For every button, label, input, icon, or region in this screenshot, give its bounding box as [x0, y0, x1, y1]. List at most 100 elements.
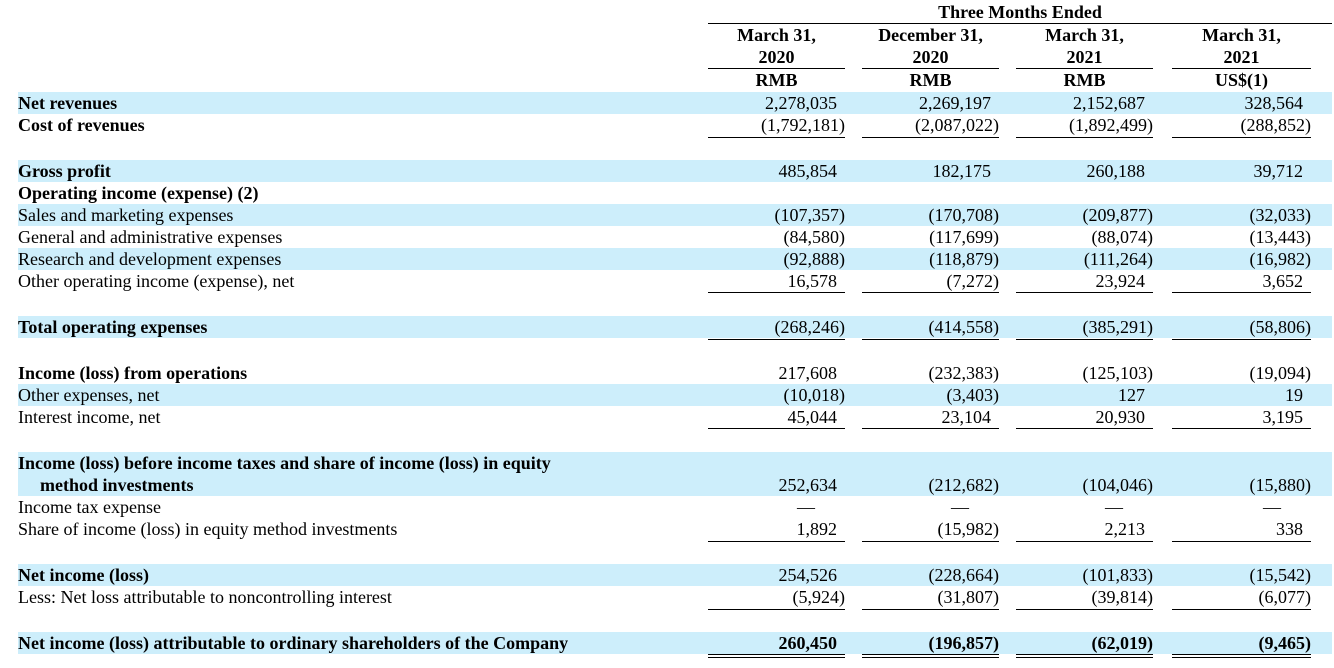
row-value: 2,152,687 — [1073, 93, 1145, 113]
row-value: 3,652 — [1262, 271, 1304, 291]
row-value: (107,357) — [774, 205, 846, 225]
row-value: (104,046) — [1082, 475, 1154, 495]
subtotal-rule — [862, 541, 999, 542]
row-value: (15,880) — [1249, 475, 1312, 495]
row-value: (2,087,022) — [915, 115, 999, 135]
row-value: — — [797, 497, 815, 517]
row-value: (39,814) — [1091, 587, 1154, 607]
subtotal-rule — [1016, 541, 1153, 542]
row-label-continuation: method investments — [40, 475, 194, 495]
row-value: 23,924 — [1095, 271, 1146, 291]
row-value: 16,578 — [787, 271, 838, 291]
row-value: (101,833) — [1082, 565, 1154, 585]
row-value: (19,094) — [1249, 363, 1312, 383]
row-value: 20,930 — [1095, 407, 1146, 427]
row-label: Net income (loss) — [18, 565, 149, 585]
subtotal-rule — [708, 339, 845, 340]
subtotal-rule — [862, 609, 999, 610]
row-value: (16,982) — [1249, 249, 1312, 269]
row-label: Total operating expenses — [18, 317, 208, 337]
total-double-rule — [708, 654, 845, 658]
column-header-year: 2020 — [758, 47, 795, 67]
row-value: (9,465) — [1258, 633, 1312, 653]
row-label: Income tax expense — [18, 497, 161, 517]
row-value: 45,044 — [787, 407, 838, 427]
row-value — [708, 182, 837, 204]
row-value: (58,806) — [1249, 317, 1312, 337]
subtotal-rule — [1172, 428, 1311, 429]
row-value: — — [1263, 497, 1281, 517]
column-header-currency: RMB — [755, 70, 798, 90]
row-value: 254,526 — [778, 565, 838, 585]
column-header-date: December 31, — [878, 25, 983, 45]
row-value: (31,807) — [937, 587, 1000, 607]
row-value: (84,580) — [783, 227, 846, 247]
column-header-year: 2021 — [1223, 47, 1260, 67]
subtotal-rule — [1016, 137, 1153, 138]
row-label: Net revenues — [18, 93, 118, 113]
row-value: (414,558) — [928, 317, 1000, 337]
row-value: 127 — [1118, 385, 1145, 405]
row-value: (10,018) — [783, 385, 846, 405]
row-value: 2,213 — [1104, 519, 1146, 539]
total-double-rule — [1016, 654, 1153, 658]
subtotal-rule — [862, 292, 999, 293]
subtotal-rule — [708, 541, 845, 542]
subtotal-rule — [1016, 428, 1153, 429]
row-value: 217,608 — [778, 363, 838, 383]
row-value: 39,712 — [1253, 161, 1304, 181]
row-value: 485,854 — [778, 161, 838, 181]
row-value — [862, 182, 991, 204]
row-value: 2,269,197 — [919, 93, 991, 113]
row-value: (196,857) — [928, 633, 1000, 653]
row-value: (13,443) — [1249, 227, 1312, 247]
row-value: (209,877) — [1082, 205, 1154, 225]
subtotal-rule — [1016, 292, 1153, 293]
subtotal-rule — [1016, 339, 1153, 340]
column-header-currency: RMB — [1063, 70, 1106, 90]
row-value: (32,033) — [1249, 205, 1312, 225]
row-label: Share of income (loss) in equity method … — [18, 519, 398, 539]
column-header-date: March 31, — [1202, 25, 1281, 45]
row-value: 260,450 — [778, 633, 838, 653]
column-header-date: March 31, — [737, 25, 816, 45]
subtotal-rule — [1016, 609, 1153, 610]
row-value: 260,188 — [1086, 161, 1146, 181]
row-value: (268,246) — [774, 317, 846, 337]
row-value: (62,019) — [1091, 633, 1154, 653]
column-header-date: March 31, — [1045, 25, 1124, 45]
row-label: Income (loss) before income taxes and sh… — [18, 453, 551, 473]
subtotal-rule — [708, 609, 845, 610]
row-label: Interest income, net — [18, 407, 161, 427]
row-value: 338 — [1276, 519, 1303, 539]
row-label: Sales and marketing expenses — [18, 205, 234, 225]
row-value: (170,708) — [928, 205, 1000, 225]
row-value: (92,888) — [783, 249, 846, 269]
row-label: Gross profit — [18, 161, 111, 181]
row-label: Income (loss) from operations — [18, 363, 248, 383]
subtotal-rule — [708, 428, 845, 429]
subtotal-rule — [862, 428, 999, 429]
row-label: Net income (loss) attributable to ordina… — [18, 633, 569, 653]
row-value: 252,634 — [778, 475, 838, 495]
row-value: (125,103) — [1082, 363, 1154, 383]
column-header-year: 2021 — [1066, 47, 1103, 67]
row-label: General and administrative expenses — [18, 227, 283, 247]
row-value: (88,074) — [1091, 227, 1154, 247]
income-statement: Three Months Ended March 31, 2020 RMB Decem… — [0, 0, 1334, 668]
row-value: — — [1105, 497, 1123, 517]
column-header-year: 2020 — [912, 47, 949, 67]
subtotal-rule — [862, 339, 999, 340]
row-value: 1,892 — [796, 519, 838, 539]
row-value: 19 — [1285, 385, 1303, 405]
row-label: Operating income (expense) (2) — [18, 183, 259, 203]
row-value: 182,175 — [932, 161, 992, 181]
row-value: (118,879) — [929, 249, 999, 269]
total-double-rule — [1172, 654, 1311, 658]
subtotal-rule — [1172, 292, 1311, 293]
row-value: (212,682) — [928, 475, 1000, 495]
row-value: (5,924) — [792, 587, 846, 607]
row-value: 328,564 — [1244, 93, 1304, 113]
row-value: (111,264) — [1083, 249, 1153, 269]
period-title: Three Months Ended — [938, 2, 1102, 22]
